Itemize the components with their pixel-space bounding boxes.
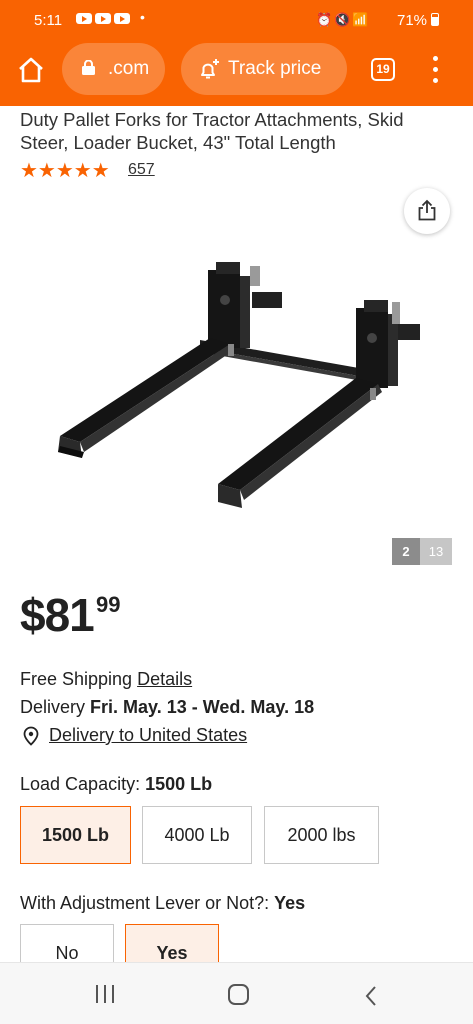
price-dollars: $81: [20, 589, 95, 641]
delivery-location-link[interactable]: Delivery to United States: [49, 725, 247, 745]
more-notifications-icon: •: [140, 9, 145, 25]
home-nav-icon[interactable]: [228, 984, 249, 1005]
back-icon[interactable]: [364, 985, 378, 1007]
share-icon: [418, 199, 436, 221]
load-capacity-option[interactable]: 4000 Lb: [142, 806, 252, 864]
lock-icon: [82, 60, 95, 75]
location-pin-icon: [23, 726, 39, 746]
image-counter-total: 13: [420, 538, 452, 565]
adjustment-lever-selected: Yes: [274, 893, 306, 913]
load-capacity-selected: 1500 Lb: [145, 774, 213, 794]
system-nav-bar: [0, 962, 473, 1024]
url-text: .com: [108, 58, 150, 79]
load-capacity-label: Load Capacity:: [20, 774, 141, 794]
delivery-label: Delivery: [20, 697, 86, 717]
youtube-notification-icon: [76, 13, 92, 24]
youtube-notification-icon: [114, 13, 130, 24]
free-shipping-text: Free Shipping: [20, 669, 133, 689]
status-time: 5:11: [34, 12, 63, 29]
share-button[interactable]: [404, 188, 450, 234]
battery-percent: 71%: [397, 12, 428, 29]
image-counter: 2 13: [392, 538, 452, 565]
battery-icon: [431, 13, 439, 26]
tab-switcher-button[interactable]: 19: [371, 58, 395, 81]
load-capacity-label-row: Load Capacity: 1500 Lb: [20, 774, 212, 795]
review-count-link[interactable]: 657: [128, 161, 155, 179]
bell-plus-icon: [201, 59, 219, 79]
system-status-icons: ⏰🔇📶: [316, 12, 371, 27]
star-rating-icon: ★★★★★: [20, 160, 110, 182]
recent-apps-icon[interactable]: [96, 985, 116, 1003]
free-shipping-line: Free Shipping Details: [20, 669, 192, 690]
delivery-dates: Fri. May. 13 - Wed. May. 18: [90, 697, 315, 717]
product-title: Duty Pallet Forks for Tractor Attachment…: [20, 109, 404, 153]
youtube-notification-icon: [95, 13, 111, 24]
image-counter-current: 2: [392, 538, 420, 565]
load-capacity-option[interactable]: 2000 lbs: [264, 806, 379, 864]
browser-top-bar: 5:11 • ⏰🔇📶 71% .com Track price 19: [0, 0, 473, 106]
adjustment-lever-label: With Adjustment Lever or Not?:: [20, 893, 270, 913]
delivery-line: Delivery Fri. May. 13 - Wed. May. 18: [20, 697, 314, 718]
shipping-details-link[interactable]: Details: [137, 669, 192, 689]
track-price-label: Track price: [228, 58, 322, 79]
price-cents: 99: [96, 592, 121, 617]
product-image[interactable]: [20, 190, 453, 570]
product-price: $81 99: [20, 588, 120, 642]
url-bar[interactable]: .com: [62, 43, 165, 95]
more-menu-icon[interactable]: [431, 56, 441, 84]
status-bar: 5:11 • ⏰🔇📶 71%: [0, 0, 473, 40]
delivery-location-line: Delivery to United States: [49, 725, 247, 746]
load-capacity-option[interactable]: 1500 Lb: [20, 806, 131, 864]
home-icon[interactable]: [16, 55, 46, 85]
adjustment-lever-label-row: With Adjustment Lever or Not?: Yes: [20, 893, 305, 914]
track-price-button[interactable]: Track price: [181, 43, 347, 95]
